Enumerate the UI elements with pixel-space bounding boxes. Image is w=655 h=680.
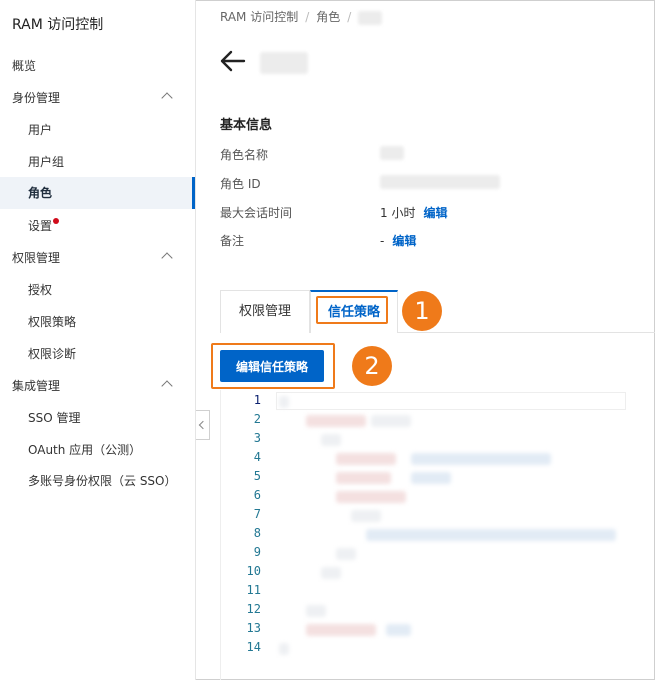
- step-badge-1: 1: [402, 291, 442, 331]
- redacted-code: [279, 643, 289, 655]
- sidebar-item-label: 权限诊断: [28, 347, 77, 361]
- role-name-label: 角色名称: [220, 148, 269, 162]
- chevron-up-icon: [161, 92, 173, 104]
- sidebar: RAM 访问控制 概览 身份管理 用户 用户组 角色 设置 权限管理 授权 权限…: [0, 0, 196, 680]
- sidebar-item-diagnostics[interactable]: 权限诊断: [0, 338, 195, 370]
- sidebar-item-label: 身份管理: [12, 91, 61, 105]
- sidebar-item-cloud-sso[interactable]: 多账号身份权限（云 SSO）: [0, 465, 195, 497]
- sidebar-item-label: 多账号身份权限（云 SSO）: [28, 474, 177, 488]
- redacted-code: [321, 567, 341, 579]
- chevron-up-icon: [161, 380, 173, 392]
- current-line-highlight: [276, 392, 626, 410]
- redacted-code: [371, 415, 411, 427]
- notification-dot: [53, 218, 60, 224]
- line-number: 12: [246, 602, 261, 616]
- redacted-role-name: [380, 146, 404, 160]
- redacted-code: [386, 624, 411, 636]
- trust-policy-editor[interactable]: 1 2 3 4 5 6 7 8 9 10 11 12 13 14: [220, 390, 655, 680]
- line-number-gutter: 1 2 3 4 5 6 7 8 9 10 11 12 13 14: [221, 390, 271, 680]
- back-arrow-icon[interactable]: [220, 50, 246, 72]
- sidebar-collapse-button[interactable]: [196, 410, 210, 440]
- redacted-code: [411, 472, 451, 484]
- redacted-code: [336, 491, 406, 503]
- edit-max-session-link[interactable]: 编辑: [423, 206, 447, 220]
- max-session-row: 1 小时 编辑: [380, 204, 447, 221]
- step-badge-2: 2: [352, 346, 392, 386]
- breadcrumb: RAM 访问控制 / 角色 /: [220, 8, 383, 25]
- redacted-code: [279, 396, 289, 408]
- sidebar-item-label: OAuth 应用（公测）: [28, 443, 142, 457]
- sidebar-item-roles[interactable]: 角色: [0, 177, 195, 209]
- redacted-code: [366, 529, 616, 541]
- redacted-code: [306, 605, 326, 617]
- breadcrumb-item-ram[interactable]: RAM 访问控制: [220, 10, 298, 24]
- sidebar-item-label: 授权: [28, 283, 53, 297]
- sidebar-item-settings[interactable]: 设置: [0, 210, 195, 242]
- redacted-code: [336, 548, 356, 560]
- sidebar-item-label: SSO 管理: [28, 411, 81, 425]
- brand-title: RAM 访问控制: [12, 17, 104, 33]
- redacted-code: [321, 434, 341, 446]
- sidebar-group-integration[interactable]: 集成管理: [0, 370, 195, 402]
- breadcrumb-separator: /: [347, 10, 352, 24]
- note-row: - 编辑: [380, 232, 416, 249]
- sidebar-item-sso[interactable]: SSO 管理: [0, 402, 195, 434]
- redacted-code: [306, 415, 366, 427]
- note-value: -: [380, 234, 385, 248]
- chevron-left-icon: [198, 420, 208, 430]
- sidebar-item-label: 设置: [28, 219, 53, 233]
- line-number: 6: [253, 488, 261, 502]
- sidebar-item-users[interactable]: 用户: [0, 114, 195, 146]
- sidebar-group-identity[interactable]: 身份管理: [0, 82, 195, 114]
- chevron-up-icon: [161, 252, 173, 264]
- redacted-breadcrumb: [358, 10, 383, 25]
- sidebar-item-oauth[interactable]: OAuth 应用（公测）: [0, 434, 195, 466]
- max-session-value: 1 小时: [380, 206, 416, 220]
- line-number: 4: [253, 450, 261, 464]
- sidebar-item-user-groups[interactable]: 用户组: [0, 146, 195, 178]
- line-number: 5: [253, 469, 261, 483]
- line-number: 14: [246, 640, 261, 654]
- sidebar-item-label: 用户组: [28, 155, 65, 169]
- redacted-code: [306, 624, 376, 636]
- line-number: 1: [253, 393, 261, 407]
- line-number: 10: [246, 564, 261, 578]
- line-number: 13: [246, 621, 261, 635]
- redacted-code: [336, 453, 396, 465]
- note-label: 备注: [220, 234, 245, 248]
- edit-trust-policy-button[interactable]: 编辑信任策略: [220, 350, 324, 382]
- line-number: 3: [253, 431, 261, 445]
- role-id-label: 角色 ID: [220, 177, 261, 191]
- line-number: 8: [253, 526, 261, 540]
- sidebar-item-label: 用户: [28, 123, 53, 137]
- sidebar-item-label: 权限管理: [12, 251, 61, 265]
- edit-note-link[interactable]: 编辑: [392, 234, 416, 248]
- redacted-code: [336, 472, 391, 484]
- sidebar-item-label: 概览: [12, 59, 37, 73]
- line-number: 2: [253, 412, 261, 426]
- sidebar-item-label: 角色: [28, 186, 53, 200]
- tab-permissions[interactable]: 权限管理: [220, 290, 310, 333]
- redacted-code: [411, 453, 551, 465]
- sidebar-item-overview[interactable]: 概览: [0, 50, 195, 82]
- breadcrumb-item-roles[interactable]: 角色: [316, 10, 340, 24]
- line-number: 7: [253, 507, 261, 521]
- redacted-role-id: [380, 175, 500, 189]
- highlight-box-trust-tab: [316, 296, 388, 324]
- sidebar-item-grants[interactable]: 授权: [0, 274, 195, 306]
- breadcrumb-separator: /: [305, 10, 310, 24]
- line-number: 11: [246, 583, 261, 597]
- sidebar-item-label: 集成管理: [12, 379, 61, 393]
- basic-info-title: 基本信息: [220, 118, 273, 133]
- line-number: 9: [253, 545, 261, 559]
- redacted-page-title: [260, 52, 308, 74]
- max-session-label: 最大会话时间: [220, 206, 293, 220]
- sidebar-group-permissions[interactable]: 权限管理: [0, 242, 195, 274]
- sidebar-item-label: 权限策略: [28, 315, 77, 329]
- sidebar-item-policies[interactable]: 权限策略: [0, 306, 195, 338]
- redacted-code: [351, 510, 381, 522]
